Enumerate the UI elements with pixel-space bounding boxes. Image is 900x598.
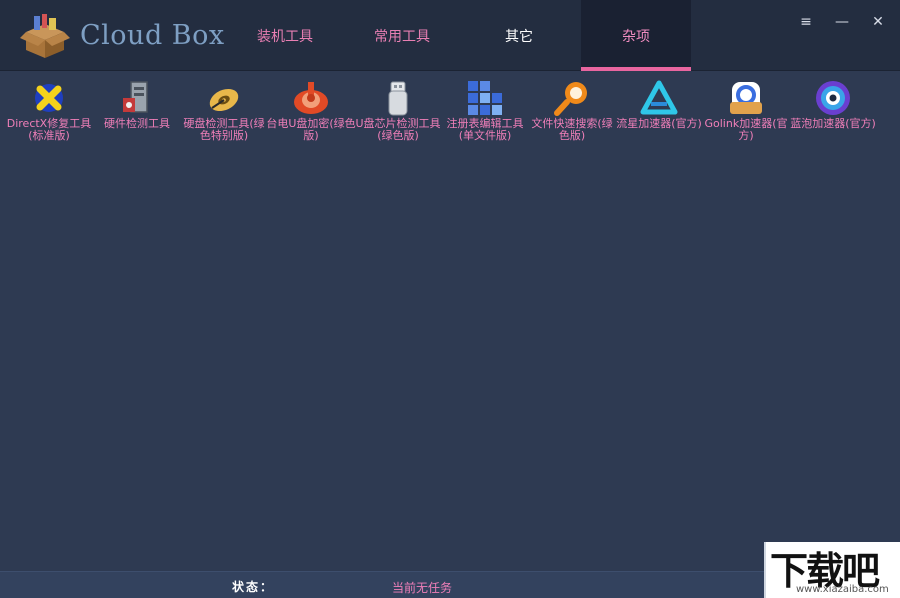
tab-label: 杂项 (622, 28, 650, 45)
tool-label: U盘芯片检测工具(绿色版) (355, 117, 441, 142)
tool-golink-accelerator[interactable]: Golink加速器(官方) (701, 78, 791, 153)
close-button[interactable]: ✕ (868, 12, 888, 32)
watermark-url: www.xiazaiba.com (796, 584, 889, 595)
tab-other[interactable]: 其它 (464, 0, 574, 71)
tab-label: 装机工具 (257, 28, 313, 45)
tab-common-tools[interactable]: 常用工具 (347, 0, 457, 71)
hardware-detect-icon (123, 81, 148, 113)
status-value: 当前无任务 (392, 581, 453, 595)
registry-editor-icon (468, 81, 502, 115)
menu-icon: ≡ (800, 14, 812, 30)
title-bar: Cloud Box 装机工具 常用工具 其它 杂项 ≡ — ✕ (0, 0, 900, 71)
tab-label: 常用工具 (374, 28, 430, 45)
usb-chip-icon (388, 81, 408, 116)
tool-disk-detect[interactable]: 硬盘检测工具(绿色特别版) (179, 78, 269, 153)
bluebubble-accelerator-icon (816, 81, 850, 115)
cloud-box-logo-icon (20, 14, 70, 58)
tab-install-tools[interactable]: 装机工具 (230, 0, 340, 71)
close-icon: ✕ (872, 14, 884, 30)
tool-label: 硬盘检测工具(绿色特别版) (183, 117, 265, 142)
tool-label: 台电U盘加密(绿色版) (266, 117, 356, 142)
tool-label: DirectX修复工具(标准版) (6, 117, 92, 142)
minimize-icon: — (835, 14, 849, 30)
golink-accelerator-icon (730, 82, 762, 114)
tool-grid: DirectX修复工具(标准版) 硬件检测工具 硬盘检测工具(绿色特别版) 台电… (0, 78, 900, 158)
tool-usb-chip[interactable]: U盘芯片检测工具(绿色版) (353, 78, 443, 153)
tool-file-search[interactable]: 文件快速搜索(绿色版) (527, 78, 617, 153)
watermark-logo: 下载吧 www.xiazaiba.com (764, 542, 900, 598)
active-tab-indicator (581, 67, 691, 71)
meteor-accelerator-icon (640, 80, 678, 115)
tool-label: 文件快速搜索(绿色版) (531, 117, 613, 142)
tool-directx-repair[interactable]: DirectX修复工具(标准版) (4, 78, 94, 153)
usb-encrypt-icon (294, 82, 328, 114)
file-search-icon (554, 82, 587, 116)
tool-hardware-detect[interactable]: 硬件检测工具 (92, 78, 182, 153)
app-title: Cloud Box (80, 20, 225, 51)
tab-misc[interactable]: 杂项 (581, 0, 691, 71)
tool-bluebubble-accelerator[interactable]: 蓝泡加速器(官方) (788, 78, 878, 153)
tool-registry-editor[interactable]: 注册表编辑工具(单文件版) (440, 78, 530, 153)
minimize-button[interactable]: — (832, 12, 852, 32)
tool-label: Golink加速器(官方) (704, 117, 788, 142)
tool-label: 硬件检测工具 (104, 117, 170, 130)
menu-button[interactable]: ≡ (796, 12, 816, 32)
disk-detect-icon (209, 88, 239, 112)
tool-usb-encrypt[interactable]: 台电U盘加密(绿色版) (266, 78, 356, 153)
directx-repair-icon (35, 84, 63, 112)
tool-meteor-accelerator[interactable]: 流星加速器(官方) (614, 78, 704, 153)
status-label: 状态： (232, 580, 275, 594)
tool-label: 注册表编辑工具(单文件版) (446, 117, 524, 142)
tool-label: 蓝泡加速器(官方) (790, 117, 876, 130)
tab-label: 其它 (505, 28, 533, 45)
tool-label: 流星加速器(官方) (616, 117, 702, 130)
